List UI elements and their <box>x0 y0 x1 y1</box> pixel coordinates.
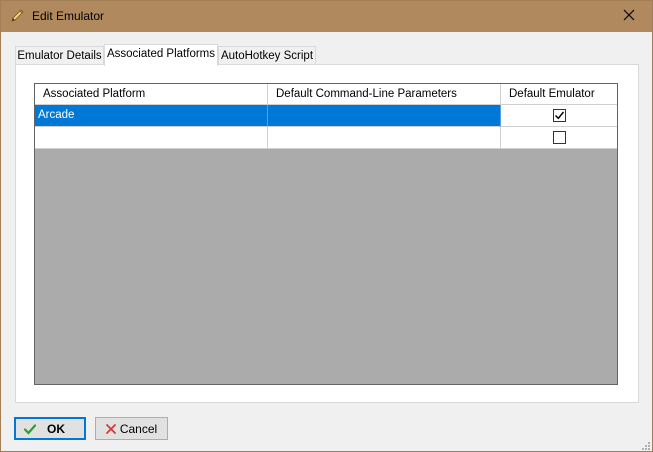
default-emulator-checkbox[interactable] <box>552 109 566 122</box>
checkmark-icon <box>554 111 564 120</box>
default-emulator-cell[interactable] <box>501 127 617 149</box>
title-bar[interactable]: Edit Emulator <box>1 1 652 32</box>
associated-platforms-panel: Associated Platform Default Command-Line… <box>15 64 639 403</box>
default-emulator-cell[interactable] <box>501 105 617 127</box>
tab-emulator-details[interactable]: Emulator Details <box>15 46 104 65</box>
edit-emulator-dialog: Edit Emulator Emulator Details Associate… <box>0 0 653 452</box>
close-icon <box>623 9 635 24</box>
resize-grip-icon[interactable] <box>640 439 650 450</box>
platforms-grid[interactable]: Associated Platform Default Command-Line… <box>34 83 618 385</box>
close-button[interactable] <box>606 1 652 32</box>
tab-autohotkey-script[interactable]: AutoHotkey Script <box>218 46 316 65</box>
platform-cell[interactable]: Arcade <box>35 105 268 127</box>
column-header-command-line-parameters[interactable]: Default Command-Line Parameters <box>268 84 501 105</box>
default-emulator-checkbox[interactable] <box>552 131 566 144</box>
ok-button[interactable]: OK <box>14 417 86 440</box>
cancel-label: Cancel <box>119 422 158 436</box>
window-title: Edit Emulator <box>32 9 105 23</box>
grid-header: Associated Platform Default Command-Line… <box>35 84 617 105</box>
cancel-button[interactable]: Cancel <box>95 417 168 440</box>
column-header-default-emulator[interactable]: Default Emulator <box>501 84 617 105</box>
pencil-icon <box>9 8 25 24</box>
column-header-associated-platform[interactable]: Associated Platform <box>35 84 268 105</box>
ok-label: OK <box>47 422 65 436</box>
platform-cell[interactable] <box>35 127 268 149</box>
params-cell[interactable] <box>268 127 501 149</box>
table-row[interactable]: Arcade <box>35 105 617 127</box>
tab-associated-platforms[interactable]: Associated Platforms <box>104 44 218 66</box>
params-cell[interactable] <box>268 105 501 127</box>
table-row[interactable] <box>35 127 617 149</box>
